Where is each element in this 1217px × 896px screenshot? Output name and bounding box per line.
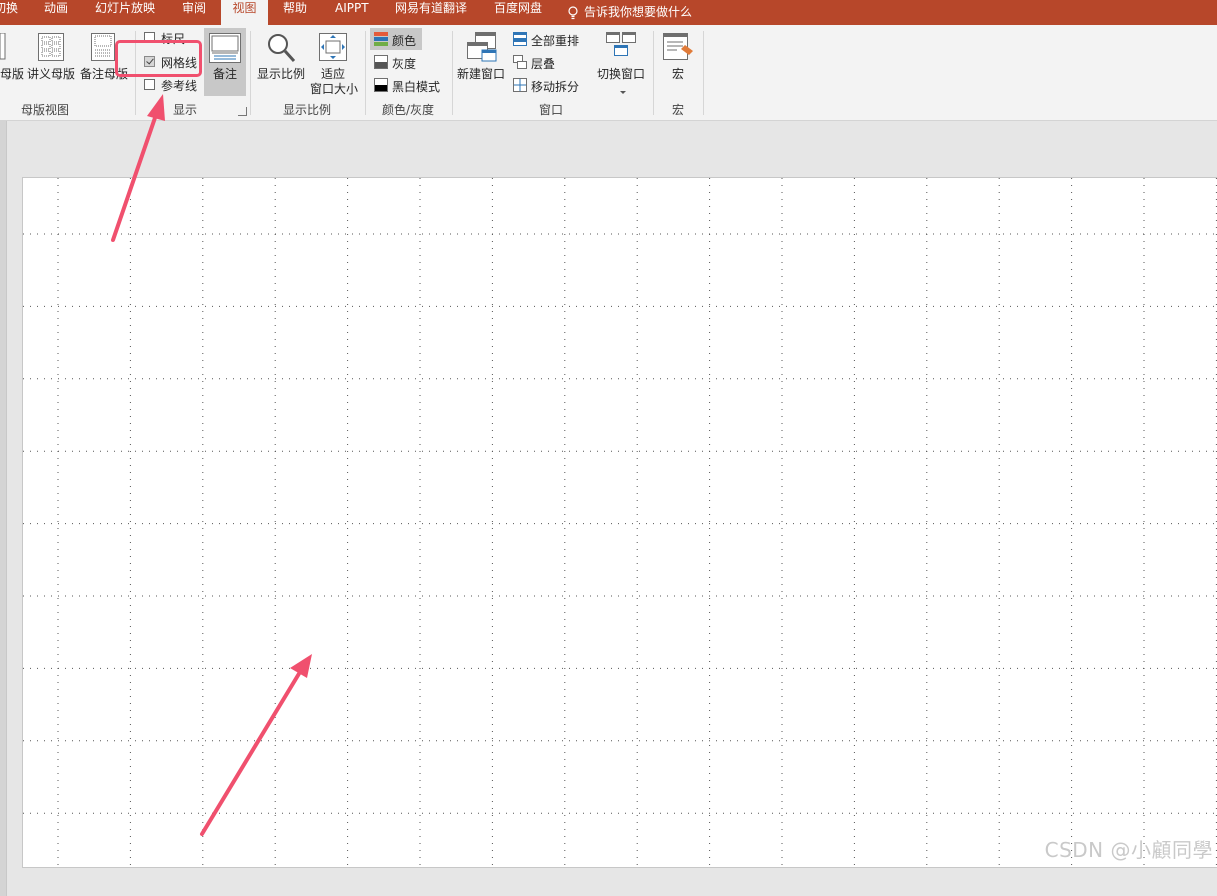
arrange-all-button[interactable]: 全部重排: [531, 32, 579, 49]
macros-icon[interactable]: [663, 33, 695, 66]
group-divider: [703, 31, 704, 115]
tab-animations[interactable]: 动画: [44, 0, 68, 25]
color-icon: [374, 32, 388, 46]
group-label-show: 显示: [173, 103, 198, 117]
black-white-icon[interactable]: [374, 78, 388, 92]
fit-to-window-icon[interactable]: [319, 33, 347, 64]
slide-master-icon[interactable]: [0, 32, 6, 64]
dropdown-arrow-icon[interactable]: [620, 84, 626, 98]
move-split-button[interactable]: 移动拆分: [531, 78, 579, 95]
tab-baidu-netdisk[interactable]: 百度网盘: [494, 0, 542, 25]
notes-icon: [209, 33, 241, 66]
dialog-launcher-icon[interactable]: [238, 107, 247, 116]
magnifier-icon[interactable]: [267, 33, 296, 66]
cascade-button[interactable]: 层叠: [531, 55, 555, 72]
new-window-button[interactable]: 新建窗口: [457, 65, 505, 82]
tab-youdao-translate[interactable]: 网易有道翻译: [395, 0, 467, 25]
cascade-icon[interactable]: [513, 55, 527, 69]
guides-label: 参考线: [161, 79, 198, 93]
tab-review[interactable]: 审阅: [182, 0, 206, 25]
group-label-color: 颜色/灰度: [382, 103, 435, 117]
arrange-all-icon[interactable]: [513, 32, 527, 46]
gridlines-overlay: [23, 178, 1217, 867]
gridlines-highlight-annotation: [115, 40, 202, 77]
tell-me-text: 告诉我你想要做什么: [584, 5, 693, 19]
group-label-macros: 宏: [672, 103, 685, 117]
switch-windows-button[interactable]: 切换窗口: [597, 65, 645, 82]
grayscale-icon[interactable]: [374, 55, 388, 69]
tab-transitions[interactable]: 切换: [0, 0, 22, 25]
switch-windows-icon[interactable]: [606, 32, 636, 61]
new-window-icon[interactable]: [467, 32, 497, 65]
lightbulb-icon: [568, 6, 578, 20]
group-divider: [250, 31, 251, 115]
watermark-text: CSDN @小顧同學: [1044, 838, 1213, 862]
group-divider: [452, 31, 453, 115]
tab-slide-show[interactable]: 幻灯片放映: [95, 0, 155, 25]
fit-window-label-line2[interactable]: 窗口大小: [310, 80, 358, 97]
guides-checkbox[interactable]: [144, 79, 155, 90]
grayscale-button[interactable]: 灰度: [392, 55, 416, 72]
thumbnail-pane-edge[interactable]: [0, 121, 7, 896]
move-split-icon[interactable]: [513, 78, 527, 92]
tab-view[interactable]: 视图: [221, 0, 268, 27]
notes-label: 备注: [213, 67, 238, 81]
notes-master-icon[interactable]: [91, 33, 115, 64]
tab-help[interactable]: 帮助: [283, 0, 307, 25]
group-label-zoom: 显示比例: [283, 103, 332, 117]
group-divider: [653, 31, 654, 115]
group-label-master-views: 母版视图: [21, 103, 70, 117]
slide-canvas[interactable]: CSDN @小顧同學: [22, 177, 1217, 868]
group-divider: [365, 31, 366, 115]
slide-master-button[interactable]: 母版: [0, 65, 24, 82]
tell-me-search[interactable]: 告诉我你想要做什么: [568, 0, 692, 25]
group-label-window: 窗口: [539, 103, 564, 117]
tab-aippt[interactable]: AIPPT: [335, 0, 369, 25]
handout-master-icon[interactable]: [38, 33, 64, 64]
handout-master-button[interactable]: 讲义母版: [27, 65, 75, 82]
color-mode-label: 颜色: [392, 34, 417, 48]
ribbon-tab-bar: 切换 动画 幻灯片放映 审阅 视图 帮助 AIPPT 网易有道翻译 百度网盘 告…: [0, 0, 1217, 27]
macros-button[interactable]: 宏: [672, 65, 684, 82]
zoom-button[interactable]: 显示比例: [257, 65, 305, 82]
black-white-button[interactable]: 黑白模式: [392, 78, 440, 95]
